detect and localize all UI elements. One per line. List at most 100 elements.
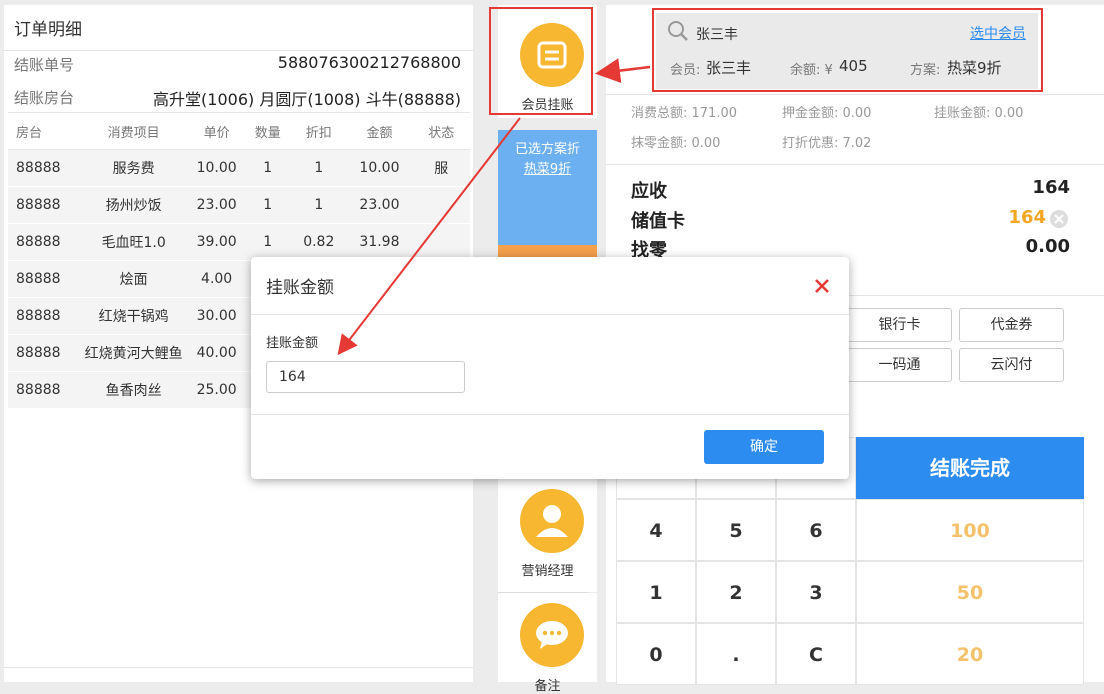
table-cell: 88888 <box>8 186 79 224</box>
table-cell: 23.00 <box>346 186 413 224</box>
orange-tab[interactable] <box>498 245 597 257</box>
credit-amount-input[interactable] <box>266 361 465 393</box>
table-row[interactable]: 88888 扬州炒饭 23.00 1 1 23.00 <box>8 186 470 224</box>
receivable-value: 164 <box>1032 177 1070 198</box>
table-cell: 服务费 <box>78 149 189 187</box>
tables-value: 高升堂(1006) 月圆厅(1008) 斗牛(88888) <box>153 90 461 109</box>
clear-icon[interactable] <box>1049 209 1069 229</box>
table-cell: 88888 <box>8 260 79 298</box>
credit-amount: 挂账金额: 0.00 <box>934 106 1024 121</box>
stored-card-value[interactable]: 164 <box>1008 207 1046 228</box>
table-cell: 毛血旺1.0 <box>78 223 189 261</box>
divider <box>4 667 473 668</box>
numpad-key-clear[interactable]: C <box>776 623 856 685</box>
table-cell <box>412 186 470 224</box>
quick-amount-50[interactable]: 50 <box>856 561 1084 623</box>
table-cell: 88888 <box>8 297 79 335</box>
table-cell: 扬州炒饭 <box>78 186 189 224</box>
divider <box>606 164 1104 165</box>
voucher-button[interactable]: 代金券 <box>959 308 1064 342</box>
plan-line2: 热菜9折 <box>523 162 572 177</box>
quick-amount-100[interactable]: 100 <box>856 499 1084 561</box>
table-cell: 服 <box>412 149 470 187</box>
numpad-key-4[interactable]: 4 <box>616 499 696 561</box>
numpad-key-dot[interactable]: . <box>696 623 776 685</box>
divider <box>251 314 849 315</box>
table-cell: 31.98 <box>346 223 413 261</box>
col-header: 消费项目 <box>78 112 189 150</box>
manager-label: 营销经理 <box>521 564 574 579</box>
col-header: 状态 <box>412 112 470 150</box>
table-cell: 红烧黄河大鲤鱼 <box>78 334 189 372</box>
table-cell: 25.00 <box>188 371 245 409</box>
quickpass-button[interactable]: 云闪付 <box>959 348 1064 382</box>
col-header: 单价 <box>188 112 245 150</box>
field-label: 挂账金额 <box>266 336 319 351</box>
discount-amount: 打折优惠: 7.02 <box>782 136 872 151</box>
dialog-title: 挂账金额 <box>266 278 334 298</box>
table-cell <box>412 223 470 261</box>
marketing-manager-button[interactable]: 营销经理 <box>498 479 597 592</box>
table-cell: 39.00 <box>188 223 245 261</box>
numpad-key-0[interactable]: 0 <box>616 623 696 685</box>
numpad-key-2[interactable]: 2 <box>696 561 776 623</box>
total-amount: 消费总额: 171.00 <box>631 106 737 121</box>
plan-line1: 已选方案折 <box>514 142 580 157</box>
tables-label: 结账房台 <box>14 89 75 107</box>
numpad-key-5[interactable]: 5 <box>696 499 776 561</box>
table-cell: 1 <box>244 186 292 224</box>
col-header: 金额 <box>346 112 413 150</box>
table-cell: 88888 <box>8 149 79 187</box>
receivable-label: 应收 <box>631 181 667 202</box>
note-button[interactable]: 备注 <box>498 593 597 694</box>
table-cell: 30.00 <box>188 297 245 335</box>
numpad-key-6[interactable]: 6 <box>776 499 856 561</box>
table-row[interactable]: 88888 服务费 10.00 1 1 10.00 服 <box>8 149 470 187</box>
table-cell: 23.00 <box>188 186 245 224</box>
numpad-key-3[interactable]: 3 <box>776 561 856 623</box>
table-cell: 88888 <box>8 223 79 261</box>
table-cell: 40.00 <box>188 334 245 372</box>
table-cell: 鱼香肉丝 <box>78 371 189 409</box>
divider <box>251 414 849 415</box>
user-icon <box>520 489 584 553</box>
table-header-row: 房台 消费项目 单价 数量 折扣 金额 状态 <box>8 112 470 150</box>
table-cell: 88888 <box>8 371 79 409</box>
deposit-amount: 押金金额: 0.00 <box>782 106 872 121</box>
close-icon[interactable] <box>811 275 833 297</box>
stored-card-label: 储值卡 <box>631 211 685 232</box>
annotation-highlight <box>489 7 593 115</box>
table-cell: 88888 <box>8 334 79 372</box>
bank-card-button[interactable]: 银行卡 <box>847 308 952 342</box>
note-label: 备注 <box>534 679 561 694</box>
quick-amount-20[interactable]: 20 <box>856 623 1084 685</box>
table-cell: 1 <box>244 223 292 261</box>
table-cell: 10.00 <box>346 149 413 187</box>
table-cell: 0.82 <box>291 223 347 261</box>
order-title: 订单明细 <box>14 20 82 40</box>
col-header: 折扣 <box>291 112 347 150</box>
confirm-button[interactable]: 确定 <box>704 430 824 464</box>
table-cell: 1 <box>244 149 292 187</box>
plan-tag[interactable]: 已选方案折 热菜9折 <box>498 130 597 245</box>
divider <box>606 94 1104 95</box>
one-code-button[interactable]: 一码通 <box>847 348 952 382</box>
checkout-complete-button[interactable]: 结账完成 <box>856 437 1084 499</box>
chat-bubble-icon <box>520 603 584 667</box>
divider <box>4 50 473 51</box>
table-cell: 10.00 <box>188 149 245 187</box>
table-cell: 1 <box>291 149 347 187</box>
change-value: 0.00 <box>1025 236 1070 257</box>
rounding-amount: 抹零金额: 0.00 <box>631 136 721 151</box>
table-cell: 红烧干锅鸡 <box>78 297 189 335</box>
table-cell: 烩面 <box>78 260 189 298</box>
credit-amount-dialog: 挂账金额 挂账金额 确定 <box>251 257 849 479</box>
annotation-highlight <box>652 8 1043 92</box>
bill-no-label: 结账单号 <box>14 56 75 74</box>
numpad-key-1[interactable]: 1 <box>616 561 696 623</box>
table-cell: 4.00 <box>188 260 245 298</box>
table-cell: 1 <box>291 186 347 224</box>
table-row[interactable]: 88888 毛血旺1.0 39.00 1 0.82 31.98 <box>8 223 470 261</box>
col-header: 房台 <box>8 112 79 150</box>
col-header: 数量 <box>244 112 292 150</box>
